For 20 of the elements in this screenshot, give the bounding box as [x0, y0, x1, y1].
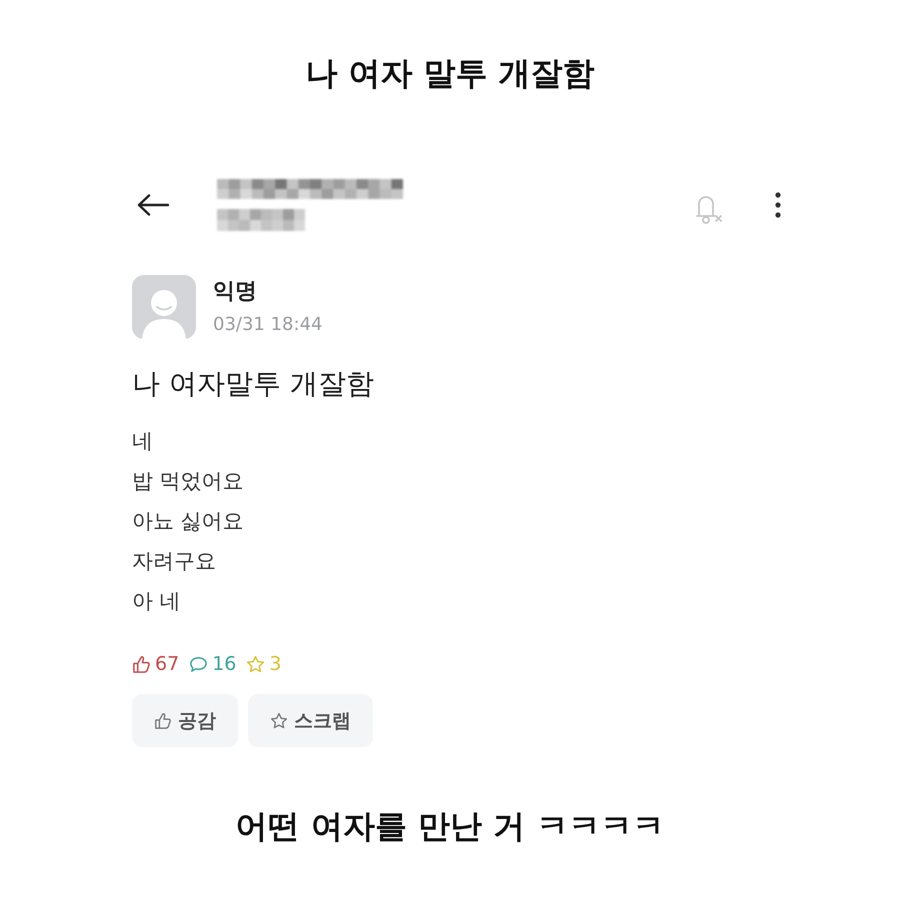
stat-count: 16 — [212, 652, 236, 677]
caption-text: 어떤 여자를 만난 거 ㅋㅋㅋㅋ — [236, 806, 664, 847]
body-line: 밥 먹었어요 — [132, 468, 245, 495]
stat-count: 67 — [155, 652, 180, 677]
like-button[interactable]: 공감 — [132, 694, 238, 747]
body-line: 아뇨 싫어요 — [132, 508, 245, 535]
star-icon — [270, 712, 288, 730]
post-title: 나 여자말투 개잘함 — [132, 366, 375, 402]
stat-count: 3 — [269, 652, 282, 677]
body-line: 네 — [132, 428, 154, 455]
body-line: 자려구요 — [132, 548, 217, 575]
thumbs-up-icon — [154, 712, 172, 730]
author-name: 익명 — [213, 278, 258, 306]
body-line: 아 네 — [132, 588, 182, 615]
back-arrow-icon[interactable] — [137, 194, 169, 216]
caption-text: 나 여자 말투 개잘함 — [305, 53, 595, 94]
post-time: 03/31 18:44 — [213, 312, 322, 336]
avatar-icon — [132, 275, 196, 339]
more-menu-icon[interactable] — [774, 192, 782, 218]
scrap-button[interactable]: 스크랩 — [248, 694, 373, 747]
